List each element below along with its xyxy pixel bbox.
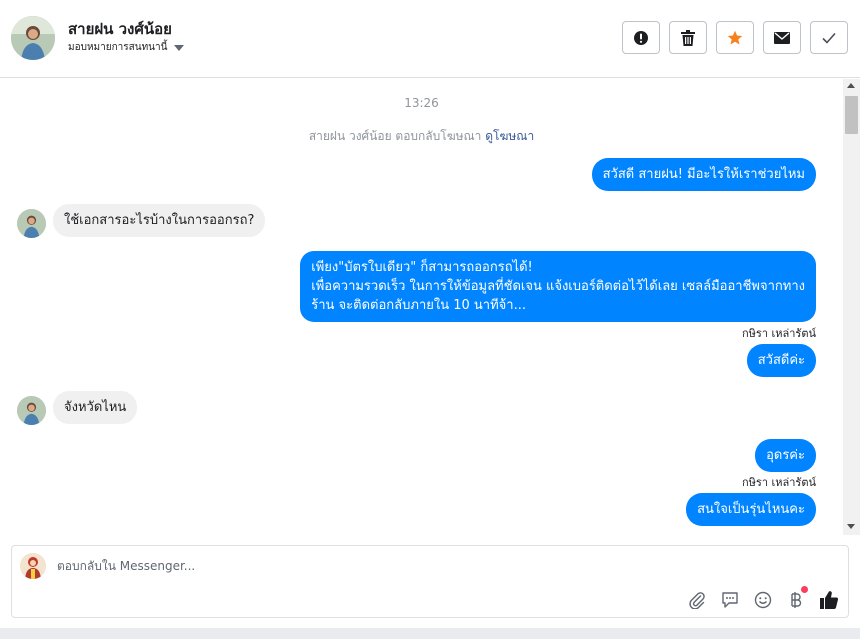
message-line: ร้าน จะติดต่อกลับภายใน 10 นาทีจ้า...	[311, 298, 526, 313]
notification-dot	[801, 586, 808, 593]
star-button[interactable]	[716, 21, 754, 54]
saved-replies-button[interactable]	[719, 589, 740, 610]
sender-name: กษิรา เหล่ารัตน์	[742, 476, 816, 489]
contact-avatar-small	[17, 396, 46, 425]
composer-toolbar	[686, 586, 839, 610]
emoji-button[interactable]	[752, 589, 773, 610]
page-footer-strip	[0, 628, 860, 639]
ad-reply-notice: สายฝน วงศ์น้อย ตอบกลับโฆษณา ดูโฆษณา	[0, 127, 843, 146]
emoji-icon	[754, 591, 771, 608]
trash-icon	[681, 29, 695, 46]
star-icon	[727, 30, 743, 44]
send-like-button[interactable]	[818, 589, 839, 610]
header-actions	[622, 21, 848, 54]
exclamation-icon	[634, 30, 648, 45]
incoming-message[interactable]: ใช้เอกสารอะไรบ้างในการออกรถ?	[53, 204, 266, 237]
outgoing-message[interactable]: สวัสดีค่ะ	[746, 344, 816, 377]
message-thread[interactable]: 13:26 สายฝน วงศ์น้อย ตอบกลับโฆษณา ดูโฆษณ…	[0, 79, 843, 535]
thumbs-up-icon	[819, 590, 838, 609]
scroll-up-arrow-icon[interactable]	[847, 83, 855, 88]
checkmark-icon	[822, 32, 836, 44]
baht-payment-icon	[790, 591, 801, 608]
mark-unread-button[interactable]	[763, 21, 801, 54]
message-line: เพื่อความรวดเร็ว ในการให้ข้อมูลที่ชัดเจน…	[311, 279, 805, 294]
view-ad-link[interactable]: ดูโฆษณา	[485, 129, 534, 143]
chat-scrollbar[interactable]	[843, 79, 860, 535]
contact-avatar-small	[17, 209, 46, 238]
paperclip-icon	[688, 591, 705, 609]
message-line: เพียง"บัตรใบเดียว" ก็สามารถออกรถได้!	[311, 260, 533, 275]
ad-reply-text: สายฝน วงศ์น้อย ตอบกลับโฆษณา	[308, 129, 482, 143]
page-avatar	[20, 553, 46, 579]
contact-name: สายฝน วงศ์น้อย	[68, 20, 172, 38]
message-composer	[11, 545, 849, 618]
mark-done-button[interactable]	[810, 21, 848, 54]
outgoing-message[interactable]: สนใจเป็นรุ่นไหนคะ	[686, 493, 816, 526]
outgoing-message[interactable]: เพียง"บัตรใบเดียว" ก็สามารถออกรถได้! เพื…	[300, 251, 816, 322]
assign-conversation-dropdown[interactable]: มอบหมายการสนทนานี้	[68, 40, 185, 55]
sender-name: กษิรา เหล่ารัตน์	[742, 327, 816, 340]
caret-down-icon	[174, 44, 185, 51]
message-timestamp: 13:26	[404, 96, 439, 110]
payment-button[interactable]	[785, 586, 808, 610]
assign-label: มอบหมายการสนทนานี้	[68, 42, 168, 53]
delete-button[interactable]	[669, 21, 707, 54]
mark-spam-button[interactable]	[622, 21, 660, 54]
contact-avatar[interactable]	[11, 16, 55, 60]
scrollbar-thumb[interactable]	[845, 96, 858, 134]
reply-input[interactable]	[57, 559, 817, 573]
envelope-icon	[774, 31, 790, 44]
attach-file-button[interactable]	[686, 589, 707, 610]
scroll-down-arrow-icon[interactable]	[847, 524, 855, 529]
saved-reply-icon	[721, 591, 738, 608]
conversation-header: สายฝน วงศ์น้อย มอบหมายการสนทนานี้	[0, 0, 860, 78]
outgoing-message[interactable]: สวัสดี สายฝน! มีอะไรให้เราช่วยไหม	[591, 158, 816, 191]
outgoing-message[interactable]: อุดรค่ะ	[755, 439, 816, 472]
incoming-message[interactable]: จังหวัดไหน	[53, 391, 138, 424]
